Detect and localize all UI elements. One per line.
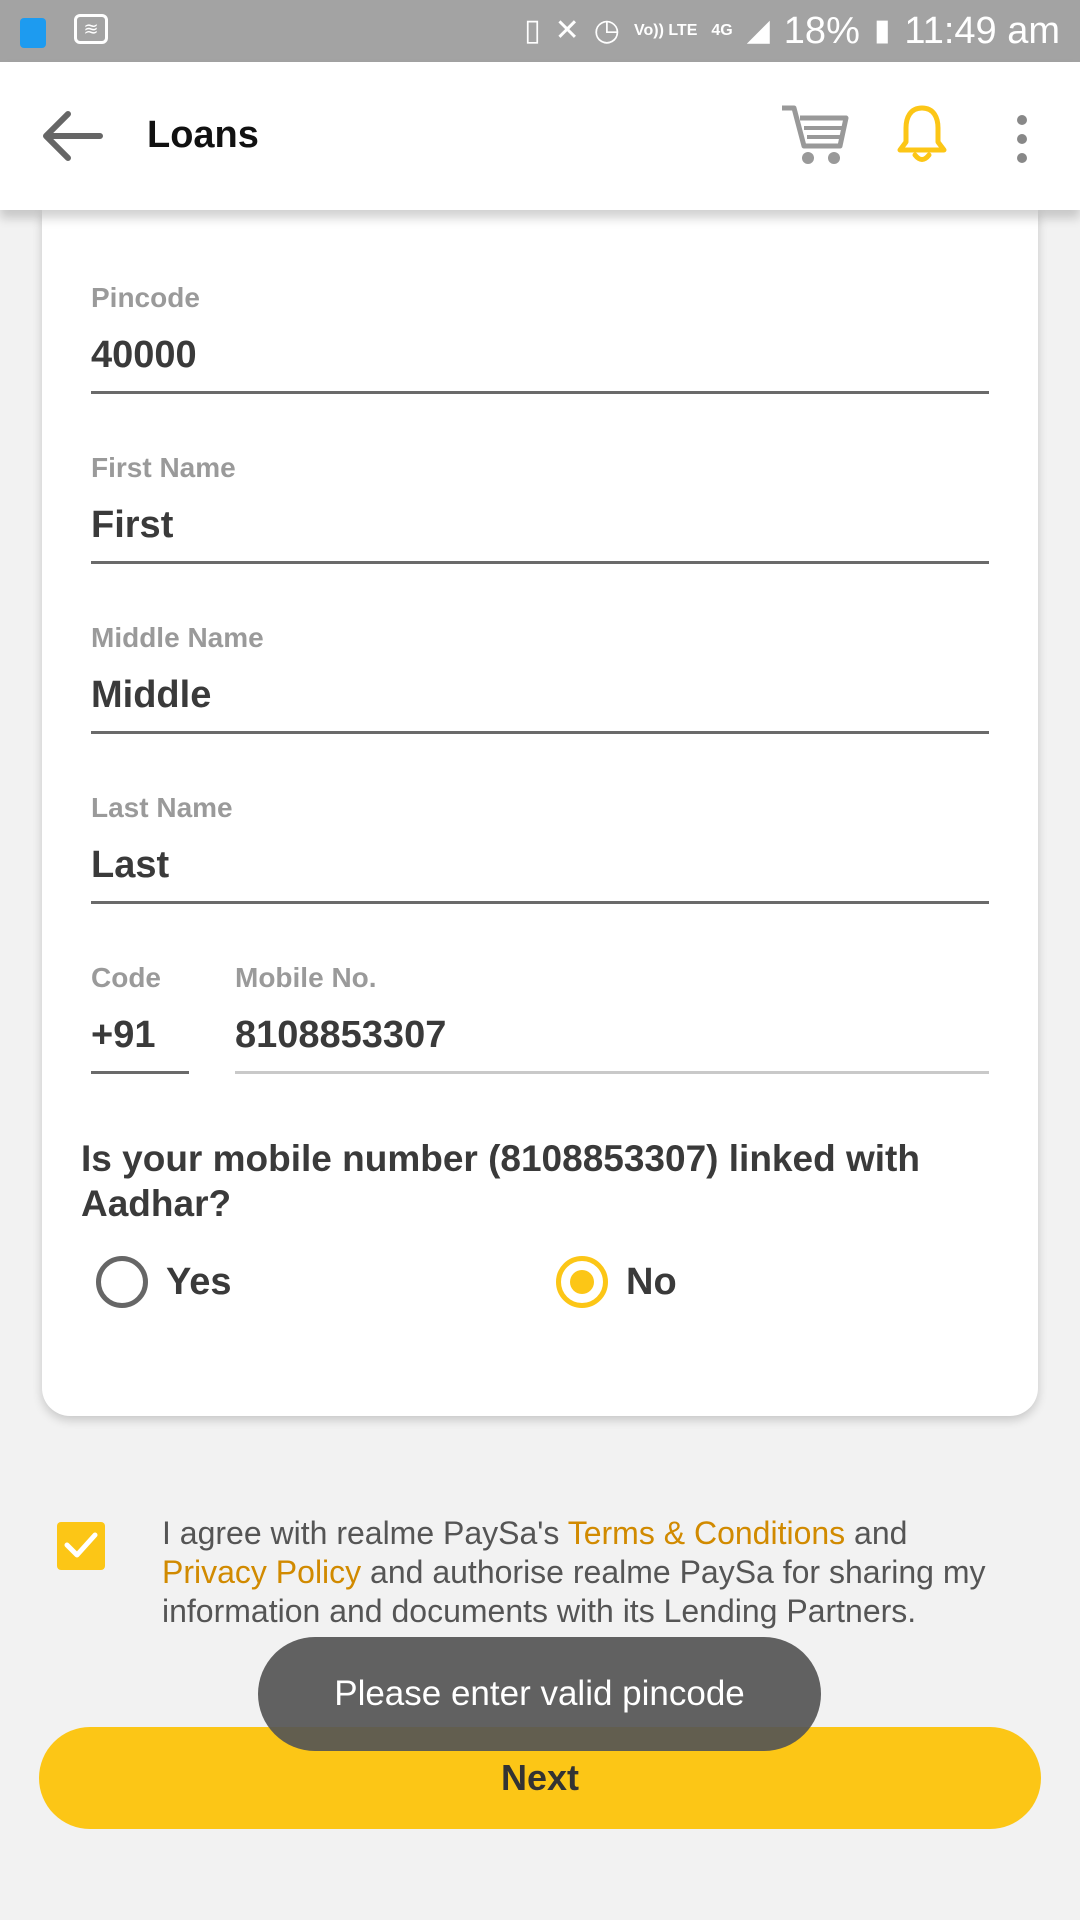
- back-arrow-icon[interactable]: [40, 106, 104, 166]
- mobile-field[interactable]: Mobile No. 8108853307: [235, 962, 989, 1074]
- clock: 11:49 am: [904, 9, 1060, 52]
- agree-checkbox[interactable]: [57, 1522, 105, 1570]
- aadhar-question: Is your mobile number (8108853307) linke…: [81, 1138, 920, 1224]
- radio-yes-label: Yes: [166, 1260, 232, 1303]
- agreement-text-1: I agree with realme PaySa's: [162, 1515, 568, 1551]
- page-title: Loans: [147, 114, 259, 156]
- first-name-field[interactable]: First Name First: [91, 452, 989, 564]
- checkmark-icon: [64, 1532, 98, 1558]
- middle-name-label: Middle Name: [91, 622, 264, 653]
- toast-message: Please enter valid pincode: [258, 1637, 821, 1751]
- radio-no[interactable]: No: [556, 1256, 677, 1308]
- network-type: 4G: [711, 22, 733, 39]
- pincode-label: Pincode: [91, 282, 200, 313]
- radio-checked-icon[interactable]: [556, 1256, 608, 1308]
- pincode-input[interactable]: 40000: [91, 322, 989, 394]
- battery-icon: ▮: [873, 14, 891, 47]
- country-code-field[interactable]: Code +91: [91, 962, 189, 1074]
- mute-icon: ✕: [554, 14, 580, 47]
- pincode-field[interactable]: Pincode 40000: [91, 282, 989, 394]
- wifi-icon: ≋: [74, 14, 108, 44]
- status-bar: ≋ ▯ ✕ ◷ Vo)) LTE 4G ◢ 18% ▮ 11:49 am: [0, 0, 1080, 62]
- mobile-input[interactable]: 8108853307: [235, 1002, 989, 1074]
- last-name-field[interactable]: Last Name Last: [91, 792, 989, 904]
- signal-icon: ◢: [746, 14, 770, 47]
- middle-name-field[interactable]: Middle Name Middle: [91, 622, 989, 734]
- code-label: Code: [91, 962, 161, 993]
- first-name-label: First Name: [91, 452, 236, 483]
- battery-percent: 18%: [783, 9, 860, 52]
- agreement-text: I agree with realme PaySa's Terms & Cond…: [162, 1514, 1012, 1631]
- privacy-link[interactable]: Privacy Policy: [162, 1554, 361, 1590]
- radio-yes[interactable]: Yes: [96, 1256, 232, 1308]
- first-name-input[interactable]: First: [91, 492, 989, 564]
- last-name-label: Last Name: [91, 792, 233, 823]
- alarm-icon: ◷: [593, 14, 620, 47]
- battery-saver-icon: ▯: [524, 14, 541, 47]
- mobile-label: Mobile No.: [235, 962, 377, 993]
- radio-unchecked-icon[interactable]: [96, 1256, 148, 1308]
- bell-icon[interactable]: [896, 104, 948, 164]
- last-name-input[interactable]: Last: [91, 832, 989, 904]
- form-card: Pincode 40000 First Name First Middle Na…: [42, 210, 1038, 1416]
- agreement-text-2: and: [854, 1515, 908, 1551]
- cart-icon[interactable]: [780, 102, 850, 168]
- terms-link[interactable]: Terms & Conditions: [568, 1515, 845, 1551]
- middle-name-input[interactable]: Middle: [91, 662, 989, 734]
- more-vert-icon[interactable]: [1010, 114, 1034, 164]
- radio-no-label: No: [626, 1260, 677, 1303]
- country-code-input[interactable]: +91: [91, 1002, 189, 1074]
- volte-icon: Vo)) LTE: [633, 22, 698, 39]
- shopping-bag-icon: [20, 18, 46, 48]
- app-bar: Loans: [0, 62, 1080, 210]
